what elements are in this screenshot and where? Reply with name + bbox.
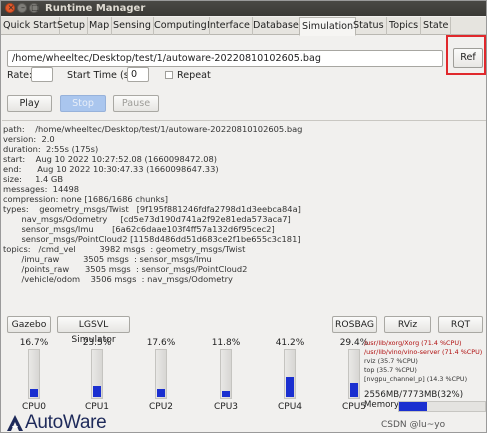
- tab-computing[interactable]: Computing: [152, 17, 210, 35]
- minimize-window-button[interactable]: –: [17, 3, 27, 13]
- tab-interface[interactable]: Interface: [205, 17, 253, 35]
- title-bar: × – □ Runtime Manager: [1, 1, 486, 16]
- info-version: version: 2.0: [3, 134, 55, 144]
- tab-simulation[interactable]: Simulation: [299, 17, 357, 36]
- cpu-percent: 17.6%: [146, 338, 176, 348]
- info-path: path: /home/wheeltec/Desktop/test/1/auto…: [3, 124, 303, 134]
- cpu-bar-track: [155, 349, 167, 399]
- info-topics-line: /points_raw 3505 msgs : sensor_msgs/Poin…: [3, 264, 248, 274]
- tab-setup[interactable]: Setup: [55, 17, 88, 35]
- info-size: size: 1.4 GB: [3, 174, 64, 184]
- info-end: end: Aug 10 2022 10:30:47.33 (1660098647…: [3, 164, 219, 174]
- process-item: [nvgpu_channel_p] (14.3 %CPU): [364, 375, 468, 383]
- rosbag-button[interactable]: ROSBAG: [332, 316, 377, 333]
- info-duration: duration: 2:55s (175s): [3, 144, 99, 154]
- info-types-line: sensor_msgs/Imu [6a62c6daae103f4ff57a132…: [3, 224, 275, 234]
- info-types-line: types: geometry_msgs/Twist [9f195f881246…: [3, 204, 301, 214]
- info-start: start: Aug 10 2022 10:27:52.08 (16600984…: [3, 154, 218, 164]
- cpu-name: CPU3: [213, 402, 239, 412]
- info-topics-line: /vehicle/odom 3506 msgs : nav_msgs/Odome…: [3, 274, 233, 284]
- cpu-percent: 41.2%: [275, 338, 305, 348]
- repeat-checkbox[interactable]: [165, 71, 173, 79]
- rviz-button[interactable]: RViz: [384, 316, 431, 333]
- cpu-percent: 11.8%: [211, 338, 241, 348]
- repeat-label: Repeat: [177, 70, 211, 81]
- autoware-logo: AutoWare: [5, 412, 145, 434]
- gazebo-button[interactable]: Gazebo: [7, 316, 51, 333]
- start-time-label: Start Time (s):: [67, 70, 136, 81]
- tab-state[interactable]: State: [421, 17, 452, 35]
- process-item: top (35.7 %CPU): [364, 366, 417, 374]
- lgsvl-simulator-button[interactable]: LGSVL Simulator: [57, 316, 130, 345]
- cpu-percent: 16.7%: [19, 338, 49, 348]
- bag-info-panel: path: /home/wheeltec/Desktop/test/1/auto…: [2, 120, 486, 314]
- cpu-bar-track: [284, 349, 296, 399]
- cpu-bar-track: [28, 349, 40, 399]
- cpu-bar-fill: [157, 389, 165, 397]
- window-title: Runtime Manager: [45, 3, 146, 14]
- bag-path-input[interactable]: /home/wheeltec/Desktop/test/1/autoware-2…: [7, 50, 443, 67]
- pause-button[interactable]: Pause: [113, 95, 159, 112]
- cpu-meter: 16.7% CPU0: [14, 338, 54, 414]
- close-icon: ×: [7, 3, 15, 12]
- info-messages: messages: 14498: [3, 184, 80, 194]
- process-item: rviz (35.7 %CPU): [364, 357, 418, 365]
- rqt-button[interactable]: RQT: [438, 316, 483, 333]
- play-button[interactable]: Play: [7, 95, 52, 112]
- close-window-button[interactable]: ×: [5, 3, 15, 13]
- cpu-percent: 23.5%: [82, 338, 112, 348]
- process-item: /usr/lib/vino/vino-server (71.4 %CPU): [364, 348, 483, 356]
- tab-bar: Quick Start Setup Map Sensing Computing …: [1, 17, 486, 36]
- tab-map[interactable]: Map: [87, 17, 113, 35]
- stop-button[interactable]: Stop: [60, 95, 106, 112]
- tab-status[interactable]: Status: [351, 17, 387, 35]
- cpu-name: CPU4: [277, 402, 303, 412]
- info-topics-line: /imu_raw 3505 msgs : sensor_msgs/Imu: [3, 254, 212, 264]
- cpu-meter: 17.6% CPU2: [141, 338, 181, 414]
- logo-text: AutoWare: [25, 412, 107, 433]
- memory-bar-fill: [399, 402, 427, 411]
- memory-bar-track: [398, 401, 486, 412]
- runtime-manager-window: × – □ Runtime Manager Quick Start Setup …: [0, 0, 487, 433]
- rate-label: Rate:: [7, 70, 33, 81]
- cpu-bar-track: [348, 349, 360, 399]
- cpu-name: CPU2: [148, 402, 174, 412]
- tab-quick-start[interactable]: Quick Start: [1, 17, 60, 35]
- rate-input[interactable]: [31, 67, 53, 82]
- start-time-input[interactable]: 0: [127, 67, 149, 82]
- cpu-meter: 11.8% CPU3: [206, 338, 246, 414]
- info-types-line: nav_msgs/Odometry [cd5e73d190d741a2f92e8…: [3, 214, 291, 224]
- maximize-icon: □: [31, 3, 39, 12]
- info-types-line: sensor_msgs/PointCloud2 [1158d486dd51d68…: [3, 234, 301, 244]
- maximize-window-button[interactable]: □: [29, 3, 39, 13]
- info-compression: compression: none [1686/1686 chunks]: [3, 194, 168, 204]
- cpu-meter: 41.2% CPU4: [270, 338, 310, 414]
- cpu-bar-track: [91, 349, 103, 399]
- highlight-box: [446, 35, 486, 75]
- memory-label: Memory: [364, 400, 399, 410]
- info-topics-line: topics: /cmd_vel 3982 msgs : geometry_ms…: [3, 244, 246, 254]
- tab-topics[interactable]: Topics: [387, 17, 422, 35]
- cpu-bar-fill: [350, 383, 358, 397]
- cpu-bar-fill: [222, 391, 230, 397]
- autoware-logo-icon: [7, 415, 23, 431]
- cpu-bar-fill: [30, 389, 38, 397]
- cpu-bar-fill: [286, 377, 294, 397]
- watermark: CSDN @lu~yo: [381, 420, 446, 430]
- minimize-icon: –: [21, 3, 25, 12]
- tab-database[interactable]: Database: [251, 17, 302, 35]
- process-item: /usr/lib/xorg/Xorg (71.4 %CPU): [364, 339, 462, 347]
- cpu-meter: 23.5% CPU1: [77, 338, 117, 414]
- tab-sensing[interactable]: Sensing: [111, 17, 154, 35]
- cpu-bar-fill: [93, 386, 101, 397]
- cpu-bar-track: [220, 349, 232, 399]
